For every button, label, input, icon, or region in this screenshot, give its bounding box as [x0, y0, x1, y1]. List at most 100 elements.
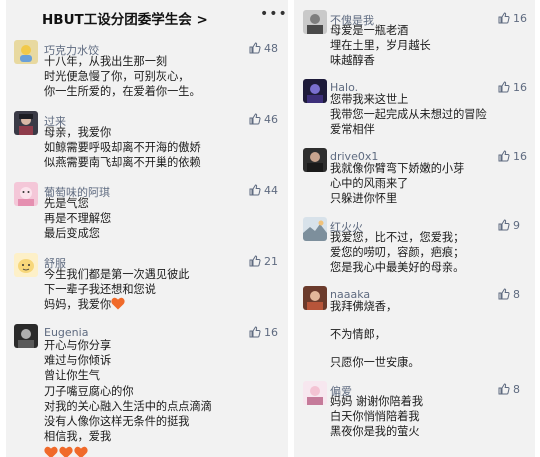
like-button[interactable]: 44	[249, 184, 278, 198]
comment-line	[330, 314, 420, 327]
avatar[interactable]	[14, 111, 38, 135]
heart-icon	[59, 447, 73, 457]
avatar[interactable]	[303, 286, 327, 310]
like-count: 48	[264, 42, 278, 55]
like-button[interactable]: 48	[249, 42, 278, 56]
like-button[interactable]: 8	[498, 288, 520, 302]
like-count: 16	[513, 81, 527, 94]
thumbs-up-icon	[498, 288, 510, 300]
like-button[interactable]: 16	[498, 81, 527, 95]
heart-icon	[74, 447, 88, 457]
comment-text: 您带我来这世上 我带您一起完成从未想过的冒险 爱常相伴	[330, 92, 487, 138]
comment-line: 我就像你臂弯下娇嫩的小芽	[330, 162, 465, 175]
comment-line: 白天你悄悄陪着我	[330, 410, 420, 424]
like-button[interactable]: 21	[249, 255, 278, 269]
heart-icon	[111, 298, 125, 310]
comment-text: 妈妈 谢谢你陪着我 白天你悄悄陪着我 黑夜你是我的萤火	[330, 394, 423, 440]
comment-line: 难过与你倾诉	[44, 354, 112, 368]
comment-line: 心中的风雨来了	[330, 177, 409, 191]
like-count: 46	[264, 113, 278, 126]
avatar[interactable]	[14, 253, 38, 277]
comment-text: 我爱您，比不过，您爱我； 爱您的唠叨，容颜，疤痕； 您是我心中最美好的母亲。	[330, 230, 464, 276]
comment-line-text: 妈妈，我爱你	[44, 298, 112, 312]
like-count: 44	[264, 184, 278, 197]
thumbs-up-icon	[249, 255, 261, 267]
like-count: 16	[513, 12, 527, 25]
comment-line: 下一辈子我还想和您说	[44, 283, 156, 297]
like-button[interactable]: 9	[498, 219, 520, 233]
comment-line: 您带我来这世上	[330, 93, 409, 106]
comment-line: 爱常相伴	[330, 123, 375, 137]
comment-line: 今生我们都是第一次遇见彼此	[44, 268, 190, 281]
like-button[interactable]: 46	[249, 113, 278, 127]
comment-line: 你一生所爱的，在爱着你一生。	[44, 85, 201, 99]
like-button[interactable]: 16	[498, 150, 527, 164]
thumbs-up-icon	[249, 326, 261, 338]
like-count: 8	[513, 383, 520, 396]
comment-line: 爱您的唠叨，容颜，疤痕；	[330, 246, 465, 260]
comment-text: 十八年，从我出生那一刻 时光便急慢了你，可别灰心， 你一生所爱的，在爱着你一生。	[44, 54, 201, 100]
comment-text: 我拜佛烧香， 不为情郎， 只愿你一世安康。	[330, 299, 420, 371]
header-bar: HBUT工设分团委学生会 > •••	[6, 0, 288, 30]
comment-text: 开心与你分享 难过与你倾诉 曾让你生气 刀子嘴豆腐心的你 对我的关心融入生活中的…	[44, 338, 212, 457]
comment-line: 母爱是一瓶老酒	[330, 24, 409, 37]
thumbs-up-icon	[498, 150, 510, 162]
comment-line: 只愿你一世安康。	[330, 356, 420, 370]
comment-line: 您是我心中最美好的母亲。	[330, 261, 465, 275]
left-comment-panel: HBUT工设分团委学生会 > ••• 巧克力水饺 48 十八年，从我出生那一刻 …	[6, 0, 288, 457]
comment-line: 只躲进你怀里	[330, 192, 398, 206]
comment-line: 妈妈，我爱你	[44, 297, 189, 312]
avatar[interactable]	[303, 217, 327, 241]
like-button[interactable]: 8	[498, 383, 520, 397]
comment-line: 黑夜你是我的萤火	[330, 425, 420, 439]
comment-line: 相信我，爱我	[44, 430, 112, 444]
comment-line: 刀子嘴豆腐心的你	[44, 384, 134, 398]
heart-row	[44, 446, 212, 457]
more-dots-icon[interactable]: •••	[260, 7, 287, 22]
comment-line	[330, 342, 420, 355]
right-comment-panel: 不傀是我 16 母爱是一瓶老酒 埋在土里，岁月越长 味越醇香 Halo. 16 …	[294, 0, 535, 457]
heart-icon	[44, 447, 58, 457]
comment-line: 埋在土里，岁月越长	[330, 39, 431, 53]
like-count: 8	[513, 288, 520, 301]
avatar[interactable]	[14, 40, 38, 64]
comment-line: 十八年，从我出生那一刻	[44, 55, 168, 68]
thumbs-up-icon	[498, 12, 510, 24]
avatar[interactable]	[14, 324, 38, 348]
comment-line: 似燕需要南飞却离不开巢的依赖	[44, 156, 201, 170]
avatar[interactable]	[303, 381, 327, 405]
like-count: 16	[513, 150, 527, 163]
thumbs-up-icon	[498, 383, 510, 395]
comment-line: 我带您一起完成从未想过的冒险	[330, 108, 487, 122]
like-button[interactable]: 16	[249, 326, 278, 340]
comment-line: 再是不理解您	[44, 212, 112, 226]
avatar[interactable]	[303, 10, 327, 34]
comment-line: 味越醇香	[330, 54, 375, 68]
comment-text: 先是气您 再是不理解您 最后变成您	[44, 196, 111, 242]
avatar[interactable]	[303, 79, 327, 103]
like-button[interactable]: 16	[498, 12, 527, 26]
comment-line: 先是气您	[44, 197, 89, 210]
comment-line: 我爱您，比不过，您爱我；	[330, 231, 465, 244]
comment-line: 妈妈 谢谢你陪着我	[330, 395, 424, 408]
comment-line: 如鲸需要呼吸却离不开海的傲娇	[44, 141, 201, 155]
comment-text: 母亲，我爱你 如鲸需要呼吸却离不开海的傲娇 似燕需要南飞却离不开巢的依赖	[44, 125, 201, 171]
comment-line: 时光便急慢了你，可别灰心，	[44, 70, 190, 84]
avatar[interactable]	[303, 148, 327, 172]
thumbs-up-icon	[498, 219, 510, 231]
comment-line: 我拜佛烧香，	[330, 300, 398, 313]
thumbs-up-icon	[249, 42, 261, 54]
comment-line: 对我的关心融入生活中的点点滴滴	[44, 399, 212, 413]
comment-line: 母亲，我爱你	[44, 126, 112, 139]
comment-line: 曾让你生气	[44, 369, 100, 383]
comment-line: 开心与你分享	[44, 339, 112, 352]
comment-line: 没有人像你这样无条件的挺我	[44, 414, 190, 428]
like-count: 21	[264, 255, 278, 268]
comment-text: 今生我们都是第一次遇见彼此 下一辈子我还想和您说 妈妈，我爱你	[44, 267, 189, 313]
account-title[interactable]: HBUT工设分团委学生会 >	[42, 8, 208, 28]
thumbs-up-icon	[498, 81, 510, 93]
avatar[interactable]	[14, 182, 38, 206]
comment-line: 不为情郎，	[330, 328, 386, 342]
like-count: 16	[264, 326, 278, 339]
comment-line: 最后变成您	[44, 227, 100, 241]
